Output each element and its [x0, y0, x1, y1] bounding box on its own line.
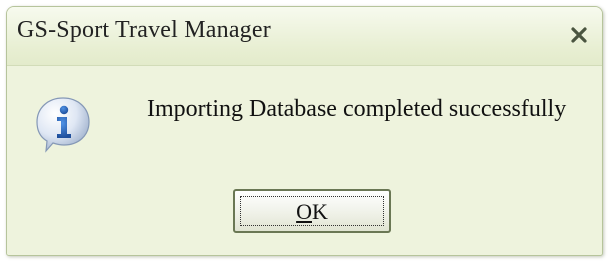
close-icon	[571, 27, 587, 43]
ok-accelerator-key: O	[296, 199, 312, 224]
dialog-body: Importing Database completed successfull…	[7, 66, 602, 255]
message-dialog: GS-Sport Travel Manager Importing Databa…	[6, 6, 603, 256]
window-title: GS-Sport Travel Manager	[17, 17, 271, 43]
title-bar[interactable]: GS-Sport Travel Manager	[7, 7, 602, 66]
ok-label-rest: K	[312, 199, 328, 224]
ok-button-label: OK	[296, 199, 328, 224]
message-text: Importing Database completed successfull…	[147, 96, 567, 122]
information-icon	[36, 97, 90, 153]
close-button[interactable]	[562, 19, 596, 51]
ok-button[interactable]: OK	[233, 189, 391, 233]
